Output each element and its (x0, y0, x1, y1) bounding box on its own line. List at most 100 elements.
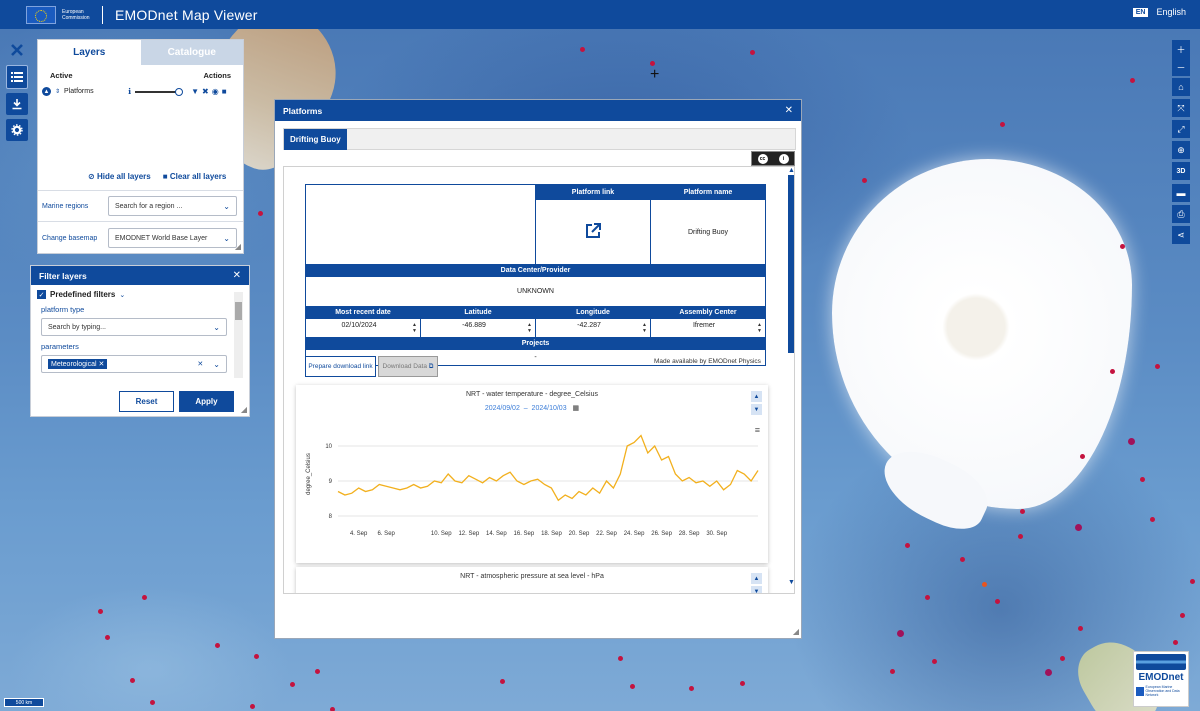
zoom-in-button[interactable]: ＋ (1172, 40, 1190, 58)
platform-marker[interactable] (254, 654, 259, 659)
language-selector[interactable]: EN English (1132, 7, 1186, 17)
tab-drifting-buoy[interactable]: Drifting Buoy (284, 129, 347, 150)
layer-row-platforms[interactable]: ▲ ⇕ Platforms ℹ ▼ ✖ ◉ ■ (38, 83, 243, 100)
chevron-down-icon[interactable]: ▼ (751, 404, 762, 415)
chart-date-range[interactable]: 2024/09/02 – 2024/10/03 ▦ (296, 404, 768, 412)
platform-marker[interactable] (1130, 78, 1135, 83)
print-button[interactable]: ⎙ (1172, 205, 1190, 223)
platform-marker[interactable] (689, 686, 694, 691)
layer-expand-icon[interactable]: ▲ (42, 87, 51, 96)
ec-logo[interactable]: European Commission (26, 4, 96, 26)
platform-marker[interactable] (142, 595, 147, 600)
platform-marker[interactable] (330, 707, 335, 711)
platform-marker[interactable] (1000, 122, 1005, 127)
platform-marker[interactable] (925, 595, 930, 600)
platform-marker[interactable] (500, 679, 505, 684)
chart-plot-area[interactable]: 8 9 10 4. Sep 6. Sep 10. Sep 12. Sep 14. Sep 16.… (296, 417, 768, 557)
platform-marker[interactable] (1018, 534, 1023, 539)
platform-link-cell[interactable] (535, 199, 651, 265)
platform-marker[interactable] (650, 61, 655, 66)
spinner-icon[interactable]: ▲ ▼ (757, 322, 762, 334)
platform-marker[interactable] (315, 669, 320, 674)
basemap-select[interactable]: EMODNET World Base Layer ⌄ (108, 228, 237, 248)
delete-icon[interactable]: ■ (222, 87, 227, 96)
zoom-extent-icon[interactable]: ✖ (202, 87, 209, 96)
prepare-download-link-button[interactable]: Prepare download link (305, 356, 376, 377)
scroll-down-icon[interactable]: ▼ (788, 579, 794, 586)
clear-all-layers-button[interactable]: ■ Clear all layers (163, 172, 227, 181)
download-data-button[interactable]: Download Data ⧉ (378, 356, 438, 377)
marine-regions-select[interactable]: Search for a region ... ⌄ (108, 196, 237, 216)
hide-all-layers-button[interactable]: ⊘ Hide all layers (88, 172, 151, 181)
resize-handle-icon[interactable]: ◢ (241, 405, 247, 414)
chevron-down-icon[interactable]: ▼ (751, 586, 762, 593)
filter-icon[interactable]: ▼ (191, 87, 199, 96)
platform-marker[interactable] (862, 178, 867, 183)
platform-marker[interactable] (932, 659, 937, 664)
tab-catalogue[interactable]: Catalogue (140, 40, 243, 65)
platform-marker[interactable] (995, 599, 1000, 604)
clear-icon[interactable]: ✕ (197, 360, 203, 369)
platform-marker[interactable] (215, 643, 220, 648)
view-3d-button[interactable]: 3D (1172, 162, 1190, 180)
chevron-up-icon[interactable]: ▲ (751, 573, 762, 584)
platform-marker[interactable] (580, 47, 585, 52)
scroll-up-icon[interactable]: ▲ (788, 167, 794, 174)
platform-marker[interactable] (1150, 517, 1155, 522)
emodnet-logo[interactable]: EMODnet European Marine Observation and … (1133, 651, 1189, 707)
platform-marker[interactable] (150, 700, 155, 705)
platform-marker[interactable] (1045, 669, 1052, 676)
platform-marker[interactable] (905, 543, 910, 548)
platform-marker[interactable] (960, 557, 965, 562)
chevron-up-icon[interactable]: ▲ (751, 391, 762, 402)
calendar-icon[interactable]: ▦ (573, 405, 580, 412)
platform-marker[interactable] (290, 682, 295, 687)
info-icon[interactable]: ℹ (128, 87, 131, 96)
settings-button[interactable] (6, 119, 28, 141)
chevron-down-icon[interactable]: ⌄ (213, 360, 220, 369)
close-panel-button[interactable] (6, 39, 28, 61)
platform-marker[interactable] (897, 630, 904, 637)
close-dialog-icon[interactable]: ✕ (785, 105, 793, 116)
reset-button[interactable]: Reset (119, 391, 174, 412)
platform-marker[interactable] (890, 669, 895, 674)
resize-handle-icon[interactable]: ◢ (235, 242, 241, 251)
parameters-input[interactable]: Meteorological ✕ ✕ ⌄ (41, 355, 227, 373)
platform-marker[interactable] (630, 684, 635, 689)
filter-scrollbar[interactable] (234, 292, 243, 378)
fullscreen-button[interactable]: ⤢ (1172, 120, 1190, 138)
platform-marker[interactable] (258, 211, 263, 216)
parameter-chip[interactable]: Meteorological ✕ (48, 359, 108, 369)
platform-marker[interactable] (1110, 369, 1115, 374)
details-scrollbar[interactable] (788, 175, 794, 353)
platform-marker[interactable] (618, 656, 623, 661)
cc-by-license-icon[interactable]: cc i (751, 151, 795, 166)
platform-marker[interactable] (105, 635, 110, 640)
home-button[interactable]: ⌂ (1172, 78, 1190, 96)
download-button[interactable] (6, 93, 28, 115)
external-link-icon[interactable] (584, 222, 602, 240)
visibility-eye-icon[interactable]: ◉ (212, 87, 219, 96)
platform-marker[interactable] (250, 704, 255, 709)
platform-marker[interactable] (1075, 524, 1082, 531)
platform-marker[interactable] (1140, 477, 1145, 482)
sort-icon[interactable]: ⇕ (55, 88, 60, 95)
share-button[interactable]: ⋖ (1172, 226, 1190, 244)
spinner-icon[interactable]: ▲ ▼ (642, 322, 647, 334)
platform-marker[interactable] (1173, 640, 1178, 645)
platform-marker[interactable] (1020, 509, 1025, 514)
platform-marker[interactable] (1190, 579, 1195, 584)
chip-remove-icon[interactable]: ✕ (98, 361, 104, 368)
platform-marker[interactable] (740, 681, 745, 686)
locate-button[interactable]: ⊕ (1172, 141, 1190, 159)
layers-list-button[interactable] (6, 65, 28, 89)
spinner-icon[interactable]: ▲ ▼ (527, 322, 532, 334)
platform-marker[interactable] (982, 582, 987, 587)
platform-marker[interactable] (98, 609, 103, 614)
platform-marker[interactable] (1060, 656, 1065, 661)
platform-marker[interactable] (750, 50, 755, 55)
fit-extent-button[interactable]: ⤧ (1172, 99, 1190, 117)
platform-marker[interactable] (1078, 626, 1083, 631)
zoom-out-button[interactable]: － (1172, 58, 1190, 76)
platform-marker[interactable] (1155, 364, 1160, 369)
